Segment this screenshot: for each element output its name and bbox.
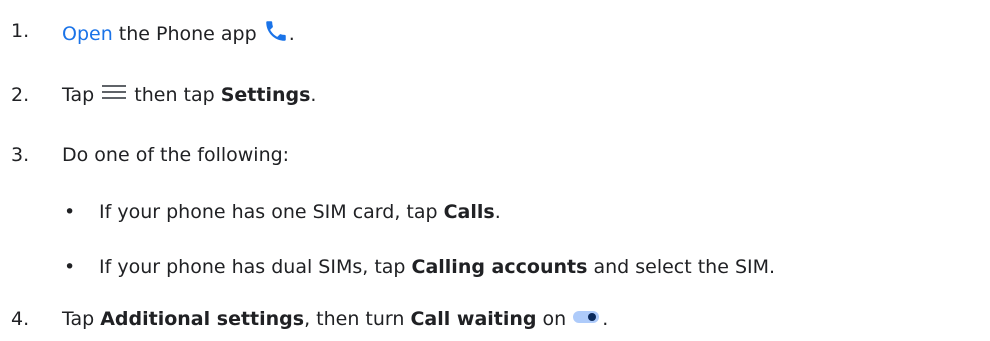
- toggle-on-icon: [572, 307, 602, 333]
- additional-settings-label: Additional settings: [100, 308, 305, 330]
- calls-label: Calls: [443, 201, 495, 223]
- step-number: 2.: [11, 84, 30, 106]
- settings-label: Settings: [220, 84, 311, 106]
- bullet-dot: •: [64, 256, 76, 278]
- step-number: 1.: [11, 20, 30, 42]
- step-text: Tap Additional settings, then turn Call …: [62, 306, 608, 333]
- menu-icon: [100, 82, 128, 109]
- step-text: Open the Phone app .: [62, 18, 295, 51]
- phone-icon: [263, 18, 289, 51]
- bullet-text: If your phone has one SIM card, tap Call…: [99, 201, 501, 223]
- open-link[interactable]: Open: [62, 23, 113, 45]
- step-number: 4.: [11, 308, 30, 330]
- step-text: Do one of the following:: [62, 144, 290, 166]
- bullet-text: If your phone has dual SIMs, tap Calling…: [99, 256, 776, 278]
- step-number: 3.: [11, 144, 30, 166]
- bullet-dot: •: [64, 201, 76, 223]
- step-text: Tap then tap Settings.: [62, 82, 316, 109]
- call-waiting-label: Call waiting: [410, 308, 537, 330]
- calling-accounts-label: Calling accounts: [411, 256, 588, 278]
